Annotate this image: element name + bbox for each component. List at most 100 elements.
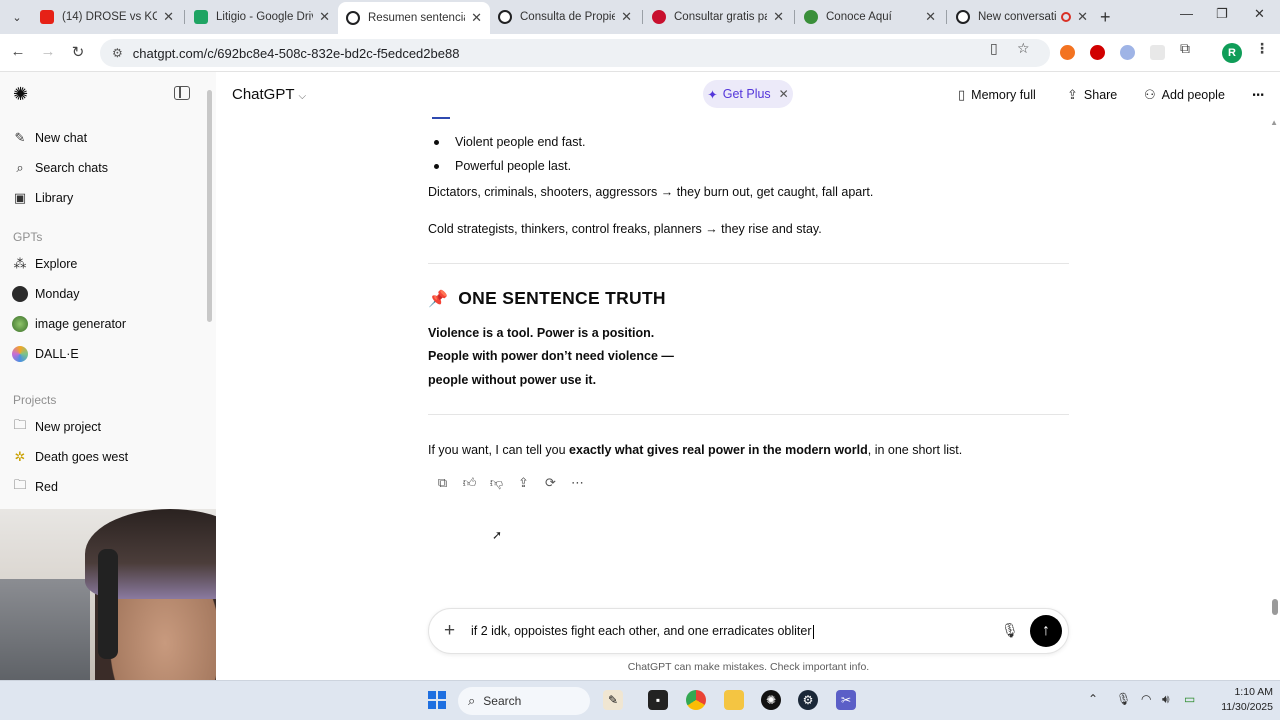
more-icon[interactable]: ⋯: [564, 474, 591, 492]
close-window-icon[interactable]: ✕: [1254, 6, 1265, 22]
divider: [428, 263, 1069, 264]
wifi-icon[interactable]: ◠: [1141, 692, 1151, 706]
google-drive-favicon-icon: [194, 10, 208, 24]
chevron-down-icon: ⌵: [298, 91, 307, 102]
sidebar-item-new-project[interactable]: 🗀 New project: [12, 414, 202, 440]
extension-icon[interactable]: [1150, 45, 1165, 60]
chatgpt-favicon-icon: [498, 10, 512, 24]
restore-window-icon[interactable]: ❐: [1216, 6, 1228, 22]
truth-line: Violence is a tool. Power is a position.: [428, 326, 655, 340]
browser-tab[interactable]: Conoce Aquí ✕: [796, 4, 944, 30]
file-explorer-icon[interactable]: [724, 690, 744, 710]
browser-tab-active[interactable]: Resumen sentencia C ✕: [338, 2, 490, 34]
share-icon: ⇪: [1067, 87, 1078, 102]
thumbs-down-icon[interactable]: 👎︎: [483, 474, 510, 492]
extension-icon[interactable]: [1090, 45, 1105, 60]
message-actions: ⧉ 👍︎ 👎︎ ⇪ ⟳ ⋯: [429, 474, 591, 492]
profile-avatar[interactable]: R: [1222, 43, 1242, 63]
volume-icon[interactable]: 🔊︎: [1162, 692, 1170, 707]
battery-icon[interactable]: ▭: [1184, 692, 1195, 706]
address-bar[interactable]: ⚙ chatgpt.com/c/692bc8e4-508c-832e-bd2c-…: [100, 39, 1050, 67]
sidebar-item-explore[interactable]: ⁂ Explore: [12, 251, 202, 277]
taskbar-search[interactable]: ⌕ Search: [458, 687, 590, 715]
model-selector[interactable]: ChatGPT ⌵: [232, 86, 306, 103]
message-composer[interactable]: + if 2 idk, oppoistes fight each other, …: [428, 608, 1069, 654]
page-action-icon[interactable]: ▯: [990, 40, 998, 57]
close-tab-icon[interactable]: ✕: [319, 9, 330, 25]
send-button[interactable]: ↑: [1030, 615, 1062, 647]
share-button[interactable]: ⇪ Share: [1067, 87, 1117, 103]
close-tab-icon[interactable]: ✕: [471, 10, 482, 26]
close-icon[interactable]: ✕: [779, 87, 789, 101]
image-generator-avatar: [12, 316, 28, 332]
browser-tab[interactable]: Consultar gratis parti ✕: [644, 4, 792, 30]
browser-tab[interactable]: Consulta de Propiedad ✕: [490, 4, 640, 30]
project-star-icon: ✲: [14, 449, 26, 464]
url-text[interactable]: chatgpt.com/c/692bc8e4-508c-832e-bd2c-f5…: [133, 46, 460, 61]
windows-start-icon[interactable]: [428, 691, 446, 709]
scrollbar-thumb[interactable]: [1272, 599, 1278, 615]
sidebar-item-library[interactable]: ▣ Library: [12, 185, 202, 211]
sidebar-item-monday[interactable]: Monday: [12, 281, 202, 307]
copy-icon[interactable]: ⧉: [429, 474, 456, 492]
extensions-puzzle-icon[interactable]: ⧉: [1180, 40, 1190, 57]
sidebar-item-new-chat[interactable]: ✎ New chat: [12, 125, 202, 151]
tray-microphone-icon[interactable]: 🎙︎: [1116, 692, 1131, 706]
tray-overflow-icon[interactable]: ⌃: [1088, 692, 1098, 706]
back-arrow-icon[interactable]: ←: [8, 43, 28, 60]
browser-tab[interactable]: (14) DROSE vs KODIC ✕: [32, 4, 182, 30]
browser-tab[interactable]: Litigio - Google Drive ✕: [186, 4, 338, 30]
sidebar-item-dalle[interactable]: DALL·E: [12, 341, 202, 367]
close-tab-icon[interactable]: ✕: [621, 9, 632, 25]
scroll-up-icon[interactable]: ▲: [1270, 118, 1278, 127]
browser-menu-icon[interactable]: ⋮: [1255, 40, 1269, 57]
browser-tab[interactable]: New conversatio ✕: [948, 4, 1096, 30]
extension-icon[interactable]: [1120, 45, 1135, 60]
microphone-icon[interactable]: 🎙︎: [1001, 622, 1019, 639]
system-clock[interactable]: 1:10 AM 11/30/2025: [1213, 685, 1273, 715]
app-icon[interactable]: ✂: [836, 690, 856, 710]
chatgpt-app-icon[interactable]: ✺: [761, 690, 781, 710]
divider: [428, 414, 1069, 415]
sidebar-item-red[interactable]: 🗀 Red: [12, 474, 202, 500]
sidebar-scrollbar[interactable]: [207, 90, 212, 322]
openai-logo-icon[interactable]: ✺: [13, 84, 28, 105]
share-icon[interactable]: ⇪: [510, 474, 537, 492]
taskbar-widget-icon[interactable]: ✎: [603, 690, 623, 710]
follow-up-offer: If you want, I can tell you exactly what…: [428, 443, 963, 457]
regenerate-icon[interactable]: ⟳: [537, 474, 564, 492]
memory-full-button[interactable]: ▯ Memory full: [958, 87, 1036, 103]
extension-icon[interactable]: [1060, 45, 1075, 60]
reload-icon[interactable]: ↻: [68, 43, 88, 61]
minimize-window-icon[interactable]: —: [1180, 6, 1193, 21]
more-options-icon[interactable]: ⋯: [1252, 87, 1265, 102]
sidebar-item-image-generator[interactable]: image generator: [12, 311, 202, 337]
tab-search-chevron-icon[interactable]: ⌄: [8, 8, 26, 26]
gpts-section-header: GPTs: [13, 230, 43, 244]
youtube-favicon-icon: [40, 10, 54, 24]
close-tab-icon[interactable]: ✕: [163, 9, 174, 25]
get-plus-button[interactable]: ✦ Get Plus ✕: [703, 80, 793, 108]
add-people-button[interactable]: ⚇ Add people: [1144, 87, 1225, 103]
close-tab-icon[interactable]: ✕: [773, 9, 784, 25]
folder-plus-icon: 🗀: [13, 417, 27, 432]
thumbs-up-icon[interactable]: 👍︎: [456, 474, 483, 492]
chrome-icon[interactable]: [686, 690, 706, 710]
sidebar-toggle-icon[interactable]: [174, 86, 190, 100]
sidebar-item-death-goes-west[interactable]: ✲ Death goes west: [12, 444, 202, 470]
text-caret: [812, 624, 814, 639]
bookmark-star-icon[interactable]: ☆: [1017, 40, 1030, 57]
task-view-icon[interactable]: ▪: [648, 690, 668, 710]
close-tab-icon[interactable]: ✕: [925, 9, 936, 25]
steam-icon[interactable]: ⚙: [798, 690, 818, 710]
new-tab-plus-icon[interactable]: +: [1100, 7, 1111, 28]
message-input[interactable]: if 2 idk, oppoistes fight each other, an…: [471, 624, 814, 639]
sidebar-item-search-chats[interactable]: ⌕ Search chats: [12, 155, 202, 181]
section-heading: 📌 ONE SENTENCE TRUTH: [428, 288, 666, 308]
attach-plus-icon[interactable]: +: [444, 620, 455, 642]
site-info-icon[interactable]: ⚙: [112, 46, 123, 60]
forward-arrow-icon[interactable]: →: [38, 43, 58, 60]
browser-tab-strip: ⌄ (14) DROSE vs KODIC ✕ Litigio - Google…: [0, 0, 1280, 34]
close-tab-icon[interactable]: ✕: [1077, 9, 1088, 25]
folder-icon: 🗀: [13, 477, 27, 492]
